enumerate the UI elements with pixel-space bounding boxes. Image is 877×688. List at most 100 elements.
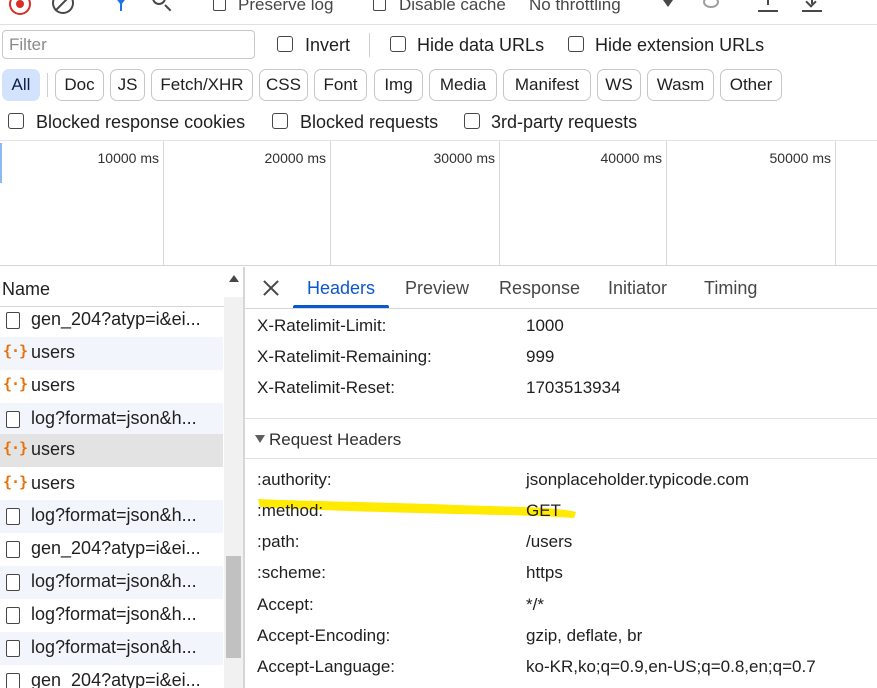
network-toolbar: Preserve log Disable cache No throttling [0, 0, 877, 25]
name-column-header[interactable]: Name [2, 279, 50, 300]
request-name: users [31, 375, 76, 395]
request-name: log?format=json&h... [31, 571, 197, 591]
clear-icon[interactable] [52, 0, 74, 14]
request-row[interactable]: gen_204?atyp=i&ei... [0, 665, 223, 688]
timeline-gridline [330, 141, 331, 265]
type-filter-media[interactable]: Media [429, 69, 497, 101]
type-filter-manifest[interactable]: Manifest [503, 69, 591, 101]
type-filter-fetch-xhr[interactable]: Fetch/XHR [151, 69, 253, 101]
section-divider [245, 418, 877, 419]
tab-timing[interactable]: Timing [704, 278, 757, 299]
third-party-requests-checkbox[interactable] [464, 113, 480, 129]
disable-cache-label: Disable cache [399, 0, 506, 14]
record-icon[interactable] [9, 0, 31, 15]
type-filter-other[interactable]: Other [720, 69, 782, 101]
fetch-xhr-icon: {·} [3, 439, 28, 457]
timeline-gridline [499, 141, 500, 265]
tab-preview[interactable]: Preview [405, 278, 469, 299]
header-name: :authority: [257, 470, 332, 489]
timeline-gridline [163, 141, 164, 265]
export-har-icon[interactable] [802, 0, 822, 12]
section-divider [245, 458, 877, 459]
preserve-log-label: Preserve log [238, 0, 334, 14]
header-name: Accept-Encoding: [257, 626, 391, 645]
tab-initiator[interactable]: Initiator [608, 278, 667, 299]
header-value: jsonplaceholder.typicode.com [526, 470, 750, 489]
header-value: 999 [526, 347, 555, 366]
type-filter-wasm[interactable]: Wasm [647, 69, 714, 101]
header-name: :scheme: [257, 563, 326, 582]
document-icon [6, 541, 20, 558]
network-conditions-icon[interactable] [703, 0, 719, 8]
document-icon [6, 574, 20, 591]
header-value: GET [526, 501, 561, 520]
hide-extension-urls-label: Hide extension URLs [595, 35, 765, 55]
timeline-tick-label: 50000 ms [769, 150, 831, 166]
sort-ascending-icon[interactable] [229, 275, 239, 282]
request-headers-title[interactable]: Request Headers [269, 430, 401, 450]
request-name: users [31, 473, 76, 493]
request-row[interactable]: gen_204?atyp=i&ei... [0, 533, 223, 566]
type-filter-js[interactable]: JS [110, 69, 145, 101]
filter-icon[interactable] [114, 0, 128, 11]
request-name: gen_204?atyp=i&ei... [31, 670, 201, 688]
header-value: */* [526, 595, 544, 614]
disable-cache-checkbox[interactable] [373, 0, 386, 11]
tab-response[interactable]: Response [499, 278, 580, 299]
header-value: 1703513934 [526, 378, 621, 397]
request-row[interactable]: log?format=json&h... [0, 403, 223, 436]
request-name: log?format=json&h... [31, 505, 197, 525]
close-icon[interactable] [261, 278, 281, 298]
request-row[interactable]: {·} users [0, 370, 223, 403]
header-value: gzip, deflate, br [526, 626, 643, 645]
header-name: X-Ratelimit-Remaining: [257, 347, 432, 366]
header-name: :path: [257, 532, 300, 551]
import-har-icon[interactable] [758, 0, 778, 12]
type-filter-css[interactable]: CSS [259, 69, 308, 101]
timeline-tick-label: 20000 ms [264, 150, 326, 166]
hide-extension-urls-checkbox[interactable] [568, 36, 584, 52]
document-icon [6, 640, 20, 657]
invert-checkbox[interactable] [277, 36, 293, 52]
type-filter-img[interactable]: Img [374, 69, 423, 101]
hide-data-urls-checkbox[interactable] [390, 36, 406, 52]
invert-label: Invert [305, 35, 351, 55]
throttling-select[interactable]: No throttling [529, 0, 621, 15]
type-filter-divider [47, 73, 48, 97]
tab-headers[interactable]: Headers [307, 278, 375, 299]
header-value: 1000 [526, 316, 564, 335]
blocked-requests-label: Blocked requests [300, 112, 439, 132]
request-row[interactable]: {·} users [0, 468, 223, 501]
request-row[interactable]: log?format=json&h... [0, 632, 223, 665]
third-party-requests-label: 3rd-party requests [491, 112, 638, 132]
blocked-response-cookies-checkbox[interactable] [8, 113, 24, 129]
document-icon [6, 673, 20, 688]
filter-input[interactable] [2, 30, 255, 59]
type-filter-doc[interactable]: Doc [55, 69, 104, 101]
document-icon [6, 312, 20, 329]
collapse-triangle-icon[interactable] [255, 435, 265, 443]
chevron-down-icon[interactable] [663, 0, 673, 7]
panel-split-handle[interactable] [243, 267, 245, 688]
request-name: log?format=json&h... [31, 637, 197, 657]
request-row[interactable]: log?format=json&h... [0, 599, 223, 632]
header-value: https [526, 563, 563, 582]
request-list-scrollbar-thumb[interactable] [226, 556, 241, 658]
type-filter-ws[interactable]: WS [597, 69, 641, 101]
fetch-xhr-icon: {·} [3, 473, 28, 491]
hide-data-urls-label: Hide data URLs [417, 35, 545, 55]
toolbar-divider [369, 33, 370, 57]
request-row[interactable]: gen_204?atyp=i&ei... [0, 304, 223, 337]
fetch-xhr-icon: {·} [3, 342, 28, 360]
header-value: /users [526, 532, 573, 551]
preserve-log-checkbox[interactable] [213, 0, 226, 11]
timeline-tick-label: 40000 ms [600, 150, 662, 166]
type-filter-all[interactable]: All [2, 69, 40, 101]
type-filter-font[interactable]: Font [314, 69, 367, 101]
request-row-selected[interactable]: {·} users [0, 434, 223, 467]
blocked-requests-checkbox[interactable] [272, 113, 288, 129]
request-row[interactable]: log?format=json&h... [0, 566, 223, 599]
request-row[interactable]: {·} users [0, 337, 223, 370]
search-icon[interactable] [152, 0, 166, 5]
request-row[interactable]: log?format=json&h... [0, 500, 223, 533]
